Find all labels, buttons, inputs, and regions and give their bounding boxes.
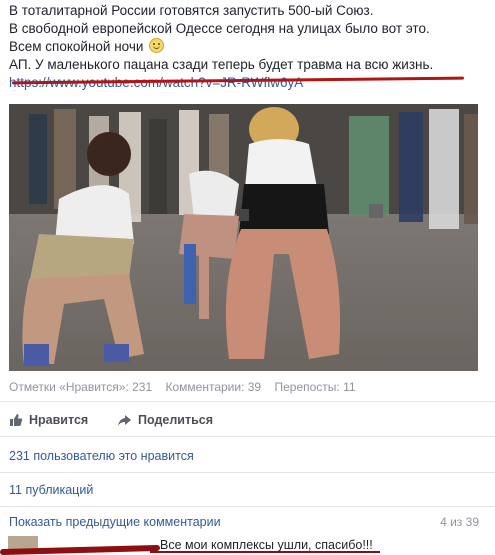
- like-button[interactable]: Нравится: [9, 413, 88, 427]
- video-frame-image: [9, 104, 478, 371]
- comments-pager: 4 из 39: [440, 515, 479, 529]
- share-button[interactable]: Поделиться: [117, 413, 213, 427]
- thumbs-up-icon: [10, 414, 23, 426]
- divider: [0, 401, 495, 402]
- smile-emoji-icon: [149, 38, 165, 53]
- share-arrow-icon: [118, 414, 131, 426]
- comment-item: Все мои комплексы ушли, спасибо!!!: [0, 535, 495, 555]
- post-stats: Отметки «Нравится»: 231 Комментарии: 39 …: [9, 380, 356, 394]
- post-line-1: В тоталитарной России готовятся запустит…: [9, 3, 374, 18]
- divider: [0, 506, 495, 507]
- post-line-3: Всем спокойной ночи: [9, 38, 489, 56]
- share-button-label: Поделиться: [138, 413, 214, 427]
- show-previous-comments-link[interactable]: Показать предыдущие комментарии: [9, 515, 221, 529]
- likes-summary[interactable]: 231 пользователю это нравится: [9, 449, 194, 463]
- divider: [0, 472, 495, 473]
- likes-count[interactable]: Отметки «Нравится»: 231: [9, 380, 152, 394]
- post-actions: Нравится Поделиться: [9, 406, 485, 434]
- shares-count[interactable]: Перепосты: 11: [274, 380, 355, 394]
- shares-summary[interactable]: 11 публикаций: [9, 483, 93, 497]
- post-line-4: АП. У маленького пацана сзади теперь буд…: [9, 57, 434, 72]
- like-button-label: Нравится: [29, 413, 89, 427]
- comments-count[interactable]: Комментарии: 39: [166, 380, 262, 394]
- divider: [0, 436, 495, 437]
- post-line-2: В свободной европейской Одессе сегодня н…: [9, 21, 430, 36]
- video-thumbnail[interactable]: [9, 104, 478, 371]
- comment-text: Все мои комплексы ушли, спасибо!!!: [160, 538, 373, 552]
